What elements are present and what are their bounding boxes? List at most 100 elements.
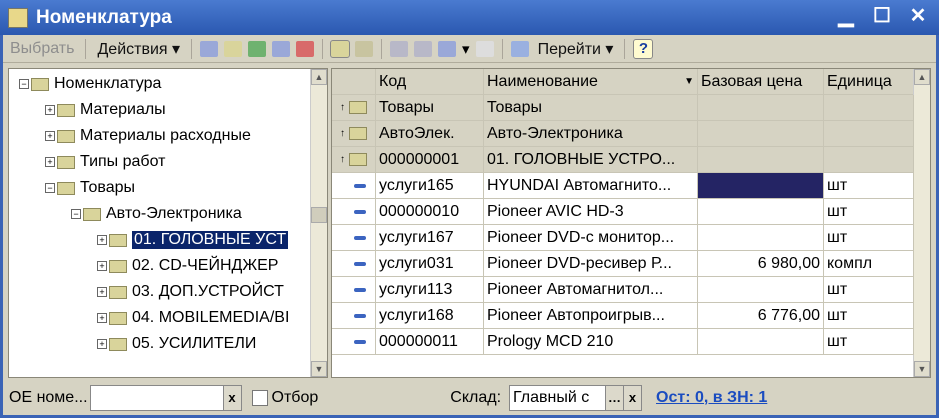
warehouse-input[interactable]: Главный с [509, 384, 607, 411]
column-code[interactable]: Код [376, 69, 484, 94]
cell-price [698, 147, 824, 172]
edit-icon[interactable] [272, 40, 291, 57]
folder-icon [349, 153, 367, 166]
cell-unit: шт [824, 225, 914, 250]
expand-toggle[interactable]: + [97, 235, 107, 245]
actions-menu[interactable]: Действия ▾ [94, 39, 183, 59]
warehouse-select-button[interactable]: … [606, 384, 625, 411]
expand-toggle[interactable]: + [45, 105, 55, 115]
cell-name: Pioneer AVIC HD-3 [484, 199, 698, 224]
add-group-icon[interactable] [224, 40, 243, 57]
table-scrollbar[interactable]: ▲ ▼ [913, 69, 930, 377]
item-icon [354, 313, 366, 318]
tree-node[interactable]: − Товары [45, 176, 135, 200]
column-name[interactable]: Наименование ▼ [484, 69, 698, 94]
group-tree: +05. УСИЛИТЕЛИ +04. MOBILEMEDIA/ВI +03. ДО… [8, 68, 328, 378]
tree-node-label: Типы работ [80, 153, 166, 170]
tree-node-label: Товары [80, 179, 136, 196]
window-title: Номенклатура [36, 6, 172, 28]
help-button[interactable]: ? [633, 38, 654, 59]
table-row[interactable]: услуги168 Pioneer Автопроигрыв... 6 776,00… [332, 303, 914, 329]
close-button[interactable]: ✕ [907, 5, 929, 27]
tree-node[interactable]: +05. УСИЛИТЕЛИ [97, 332, 256, 356]
cell-name: Prology MCD 210 [484, 329, 698, 354]
folder-icon [109, 311, 127, 325]
table-row[interactable]: 000000011 Prology MCD 210 шт [332, 329, 914, 355]
minimize-button[interactable]: ▁ [835, 5, 857, 27]
filter-label: Отбор [271, 388, 319, 406]
filter-icon[interactable] [414, 40, 433, 57]
group-row[interactable]: ↑ 000000001 01. ГОЛОВНЫЕ УСТРО... [332, 147, 914, 173]
cell-price [698, 277, 824, 302]
table-row[interactable]: услуги113 Pioneer Автомагнитол... шт [332, 277, 914, 303]
cell-price [698, 225, 824, 250]
select-button[interactable]: Выбрать [7, 40, 77, 58]
filter-list-icon[interactable] [438, 40, 457, 57]
stock-link[interactable]: Ост: 0, в ЗН: 1 [656, 389, 767, 407]
expand-toggle[interactable]: − [71, 209, 81, 219]
clear-filter-icon[interactable] [475, 40, 494, 57]
expand-toggle[interactable]: + [97, 313, 107, 323]
goto-menu[interactable]: Перейти ▾ [535, 39, 617, 59]
tree-node[interactable]: +03. ДОП.УСТРОЙСТ [97, 280, 284, 304]
catalog-icon [8, 7, 28, 28]
cell-code: услуги113 [376, 277, 484, 302]
tree-node[interactable]: +04. MOBILEMEDIA/ВI [97, 306, 289, 330]
delete-mark-icon[interactable] [296, 40, 315, 57]
expand-toggle[interactable]: − [45, 183, 55, 193]
expand-toggle[interactable]: + [45, 157, 55, 167]
refresh-icon[interactable] [510, 40, 529, 57]
level-up-icon[interactable] [355, 40, 374, 57]
oe-input[interactable] [89, 384, 224, 411]
tree-node[interactable]: +02. CD-ЧЕЙНДЖЕР [97, 254, 278, 278]
expand-toggle[interactable]: + [45, 131, 55, 141]
cell-code: услуги168 [376, 303, 484, 328]
copy-icon[interactable] [248, 40, 267, 57]
hierarchy-icon[interactable] [330, 39, 351, 58]
add-icon[interactable] [200, 40, 219, 57]
tree-node[interactable]: +01. ГОЛОВНЫЕ УСТ [97, 228, 289, 252]
folder-icon [83, 207, 101, 221]
table-row[interactable]: 000000010 Pioneer AVIC HD-3 шт [332, 199, 914, 225]
cell-code: 000000001 [376, 147, 484, 172]
tree-node-label: Авто-Электроника [106, 205, 242, 222]
filter-sort-icon[interactable] [390, 40, 409, 57]
tree-node[interactable]: + Материалы расходные [45, 124, 251, 148]
item-icon [354, 209, 366, 214]
cell-price [698, 121, 824, 146]
group-row[interactable]: ↑ Товары Товары [332, 95, 914, 121]
tree-scrollbar[interactable]: ▲ ▼ [310, 69, 327, 377]
expand-toggle[interactable]: + [97, 339, 107, 349]
cell-unit: шт [824, 277, 914, 302]
group-row[interactable]: ↑ АвтоЭлек. Авто-Электроника [332, 121, 914, 147]
cell-code: услуги167 [376, 225, 484, 250]
expand-toggle[interactable]: − [19, 79, 29, 89]
cell-name: Товары [484, 95, 698, 120]
tree-node-label: 04. MOBILEMEDIA/ВI [132, 309, 290, 326]
cell-unit [824, 147, 914, 172]
cell-name: Pioneer Автопроигрыв... [484, 303, 698, 328]
oe-clear-button[interactable]: x [223, 384, 242, 411]
table-row[interactable]: услуги031 Pioneer DVD-ресивер Р... 6 980,0… [332, 251, 914, 277]
tree-node[interactable]: − Авто-Электроника [71, 202, 242, 226]
item-icon [354, 235, 366, 240]
expand-toggle[interactable]: + [97, 287, 107, 297]
warehouse-clear-button[interactable]: x [624, 384, 643, 411]
table-row[interactable]: услуги165 HYUNDAI Автомагнито... шт [332, 173, 914, 199]
cell-price [698, 95, 824, 120]
column-price[interactable]: Базовая цена [698, 69, 824, 94]
cell-code: услуги165 [376, 173, 484, 198]
tree-node[interactable]: + Типы работ [45, 150, 165, 174]
tree-node[interactable]: + Материалы [45, 98, 166, 122]
folder-icon [109, 337, 127, 351]
table-row[interactable]: услуги167 Pioneer DVD-с монитор... шт [332, 225, 914, 251]
column-unit[interactable]: Единица [824, 69, 914, 94]
cell-name: Pioneer DVD-с монитор... [484, 225, 698, 250]
maximize-button[interactable]: ☐ [871, 5, 893, 27]
item-icon [354, 287, 366, 292]
tree-node-label: Материалы [80, 101, 166, 118]
tree-node[interactable]: − Номенклатура [19, 72, 161, 96]
filter-checkbox[interactable] [251, 389, 268, 406]
cell-name: Авто-Электроника [484, 121, 698, 146]
expand-toggle[interactable]: + [97, 261, 107, 271]
